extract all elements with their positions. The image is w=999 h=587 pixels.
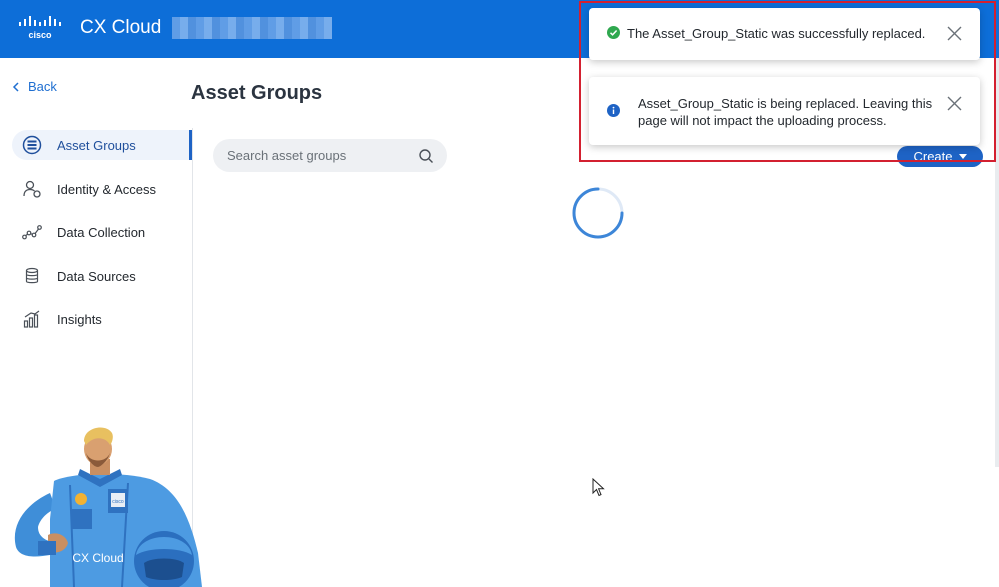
- back-link[interactable]: Back: [12, 79, 57, 94]
- mouse-cursor-icon: [592, 478, 605, 497]
- mascot-badge-text: CX Cloud: [72, 551, 123, 565]
- identity-icon: [21, 178, 43, 200]
- sidebar-item-label: Asset Groups: [57, 137, 136, 153]
- asset-groups-icon: [21, 134, 43, 156]
- database-icon: [21, 265, 43, 287]
- sidebar-item-label: Identity & Access: [57, 181, 156, 197]
- sidebar-item-data-sources[interactable]: Data Sources: [12, 261, 192, 291]
- redacted-account-name: [172, 17, 332, 39]
- sidebar-item-label: Data Sources: [57, 268, 136, 284]
- sidebar-item-label: Insights: [57, 311, 102, 327]
- app-title[interactable]: CX Cloud: [80, 17, 161, 39]
- loading-spinner: [572, 187, 624, 239]
- mascot-chest-logo: cisco: [112, 499, 124, 505]
- annotation-highlight-box: [579, 1, 996, 162]
- sidebar-item-identity-access[interactable]: Identity & Access: [12, 174, 192, 204]
- search-box[interactable]: [213, 139, 447, 172]
- search-input[interactable]: [227, 148, 412, 163]
- data-collection-icon: [21, 221, 43, 243]
- chevron-left-icon: [12, 81, 19, 92]
- back-label: Back: [28, 79, 57, 94]
- page-title: Asset Groups: [191, 82, 323, 104]
- sidebar-item-insights[interactable]: Insights: [12, 304, 192, 334]
- astronaut-mascot-illustration: cisco CX Cloud: [14, 427, 202, 587]
- logo-text: cisco: [28, 30, 52, 40]
- sidebar-item-data-collection[interactable]: Data Collection: [12, 217, 192, 247]
- sidebar-item-label: Data Collection: [57, 224, 146, 240]
- sidebar-item-asset-groups[interactable]: Asset Groups: [12, 130, 192, 160]
- insights-icon: [21, 308, 43, 330]
- cisco-logo[interactable]: cisco: [18, 16, 62, 42]
- search-icon[interactable]: [418, 148, 434, 164]
